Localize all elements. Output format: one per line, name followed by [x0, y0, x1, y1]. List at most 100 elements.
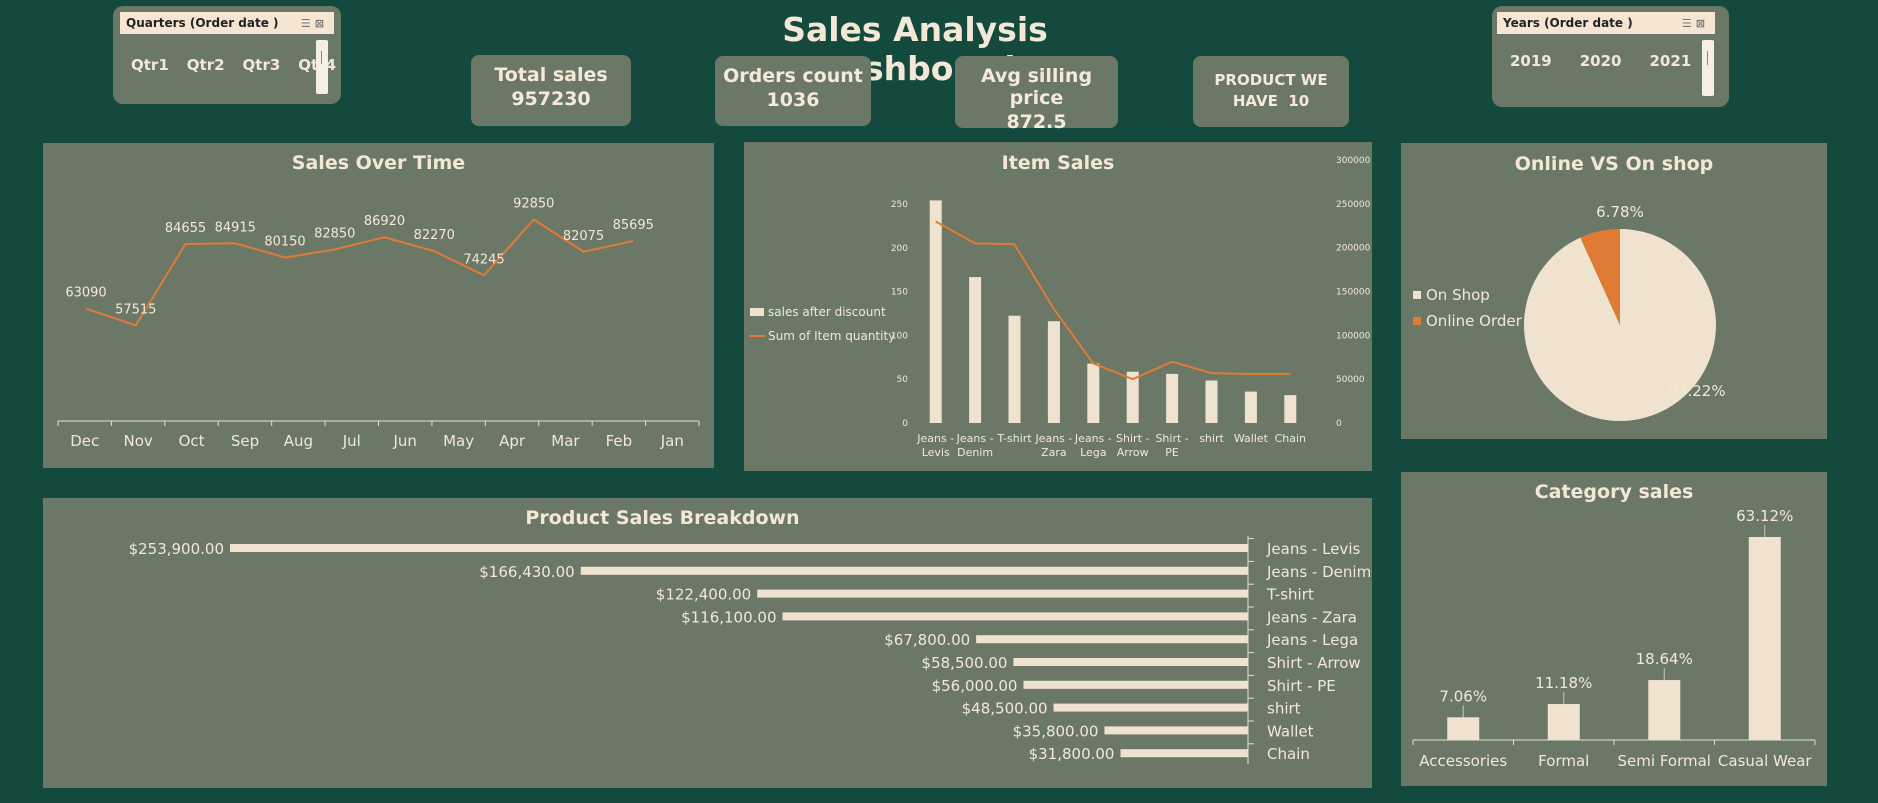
x-tick-label: Arrow: [1117, 446, 1149, 459]
y-left-tick-label: 150: [891, 288, 908, 298]
quarters-slicer[interactable]: Quarters (Order date ) ☰⊠ Qtr1 Qtr2 Qtr3…: [113, 6, 341, 104]
x-tick-label: Shirt -: [1155, 432, 1188, 445]
bar: [580, 566, 1248, 575]
quarters-slicer-header: Quarters (Order date ) ☰⊠: [120, 12, 334, 34]
bar: [1104, 726, 1248, 735]
bar: [1047, 321, 1060, 423]
legend-label: On Shop: [1426, 286, 1490, 304]
bar: [1053, 703, 1248, 712]
bar: [1447, 717, 1480, 740]
clear-filter-icon[interactable]: ⊠: [315, 17, 328, 30]
data-label: 93.22%: [1668, 382, 1725, 400]
y-tick-label: T-shirt: [1266, 586, 1314, 604]
online-vs-shop-panel: Online VS On shop 6.78% 93.22% On Shop Onli…: [1401, 143, 1827, 439]
x-tick-label: Denim: [957, 446, 993, 459]
data-label: 85695: [613, 218, 654, 233]
kpi-value: 872.5: [1006, 111, 1067, 133]
sales-over-time-chart: Dec Nov Oct Sep Aug Jul Jun May Apr Mar Feb Jan 6309…: [57, 196, 700, 450]
data-label: $35,800.00: [1013, 722, 1099, 740]
y-right-tick-label: 200000: [1336, 244, 1371, 254]
bar: [1748, 537, 1781, 740]
kpi-value: 1036: [766, 89, 820, 111]
data-label: $166,430.00: [479, 563, 574, 581]
years-scrollbar[interactable]: [1702, 40, 1714, 96]
bar: [1120, 749, 1248, 758]
x-tick-label: Jun: [392, 432, 416, 450]
data-label: 7.06%: [1439, 687, 1487, 705]
legend-swatch: [1413, 291, 1421, 299]
y-tick-label: Jeans - Denim: [1266, 563, 1371, 581]
slicer-item-qtr1[interactable]: Qtr1: [131, 56, 169, 74]
slicer-item-2019[interactable]: 2019: [1510, 52, 1552, 70]
x-tick-label: Casual Wear: [1718, 752, 1812, 770]
x-tick-label: Accessories: [1419, 752, 1507, 770]
bar: [1284, 395, 1297, 423]
kpi-total-sales: Total sales 957230: [471, 55, 631, 126]
clear-filter-icon[interactable]: ⊠: [1696, 17, 1709, 30]
data-label: $56,000.00: [932, 677, 1018, 695]
bar: [1013, 658, 1248, 666]
y-tick-label: Jeans - Levis: [1266, 540, 1360, 558]
data-label: 63.12%: [1736, 507, 1793, 525]
x-tick-label: shirt: [1199, 432, 1224, 445]
bar: [1547, 704, 1580, 740]
kpi-product-count: PRODUCT WE HAVE 10: [1193, 56, 1349, 127]
years-slicer[interactable]: Years (Order date ) ☰⊠ 2019 2020 2021: [1492, 6, 1729, 107]
bar: [929, 200, 942, 423]
y-tick-label: Wallet: [1267, 722, 1314, 740]
bar: [976, 635, 1248, 644]
y-right-tick-label: 100000: [1336, 331, 1371, 341]
x-tick-label: Jeans -: [916, 432, 954, 445]
years-slicer-header: Years (Order date ) ☰⊠: [1497, 12, 1715, 34]
bar: [1205, 380, 1218, 423]
data-label: 84915: [215, 220, 256, 235]
category-sales-chart: 7.06% Accessories 11.18% Formal 18.64% Semi F…: [1412, 507, 1816, 770]
item-sales-panel: Item Sales 0 50 100 150 200 250 0 50000 100000 15…: [744, 142, 1372, 471]
kpi-label: Orders count: [723, 65, 863, 87]
data-label: $48,500.00: [962, 700, 1048, 718]
y-tick-label: Chain: [1267, 745, 1310, 763]
legend-label: Online Order: [1426, 312, 1523, 330]
data-label: 82850: [314, 226, 355, 241]
kpi-product-line2: HAVE 10: [1232, 92, 1310, 110]
data-label: $253,900.00: [129, 540, 224, 558]
legend-swatch: [1413, 317, 1421, 325]
category-sales-panel: Category sales 7.06% Accessories 11.18% For…: [1401, 472, 1827, 786]
item-sales-chart: 0501001502002500500001000001500002000002…: [749, 156, 1371, 459]
slicer-item-qtr2[interactable]: Qtr2: [187, 56, 225, 74]
multi-select-icon[interactable]: ☰: [301, 17, 315, 30]
y-tick-label: Jeans - Zara: [1266, 608, 1357, 626]
data-label: 6.78%: [1596, 203, 1644, 221]
multi-select-icon[interactable]: ☰: [1682, 17, 1696, 30]
x-tick-label: PE: [1165, 446, 1179, 459]
bar: [1008, 315, 1021, 423]
quarters-scrollbar[interactable]: [316, 40, 328, 94]
quarters-slicer-items: Qtr1 Qtr2 Qtr3 Qtr4: [131, 56, 336, 74]
slicer-item-2021[interactable]: 2021: [1650, 52, 1692, 70]
kpi-value: 957230: [511, 88, 591, 110]
slicer-item-2020[interactable]: 2020: [1580, 52, 1622, 70]
data-label: 84655: [165, 221, 206, 236]
x-tick-label: Semi Formal: [1618, 752, 1711, 770]
y-left-tick-label: 250: [891, 200, 908, 210]
y-tick-label: Jeans - Lega: [1266, 631, 1358, 649]
x-tick-label: Aug: [284, 432, 313, 450]
bar: [1087, 363, 1100, 423]
bar: [757, 589, 1248, 598]
x-tick-label: Chain: [1275, 432, 1306, 445]
data-label: $67,800.00: [884, 631, 970, 649]
years-slicer-label: Years (Order date ): [1503, 16, 1633, 30]
x-tick-label: Apr: [499, 432, 526, 450]
kpi-label: Avg silling price: [980, 65, 1093, 109]
data-label: 57515: [115, 302, 156, 317]
x-tick-label: Jeans -: [956, 432, 994, 445]
x-tick-label: Jeans -: [1074, 432, 1112, 445]
data-label: 86920: [364, 214, 405, 229]
bar: [1023, 680, 1248, 689]
data-label: $122,400.00: [656, 586, 751, 604]
kpi-product-line1: PRODUCT WE: [1214, 71, 1328, 89]
sales-over-time-panel: Sales Over Time Dec Nov Oct Sep Aug Jul Jun May…: [43, 143, 714, 468]
product-breakdown-panel: Product Sales Breakdown $253,900.00 Jeans…: [43, 498, 1372, 788]
slicer-item-qtr3[interactable]: Qtr3: [243, 56, 281, 74]
bar: [782, 612, 1248, 621]
